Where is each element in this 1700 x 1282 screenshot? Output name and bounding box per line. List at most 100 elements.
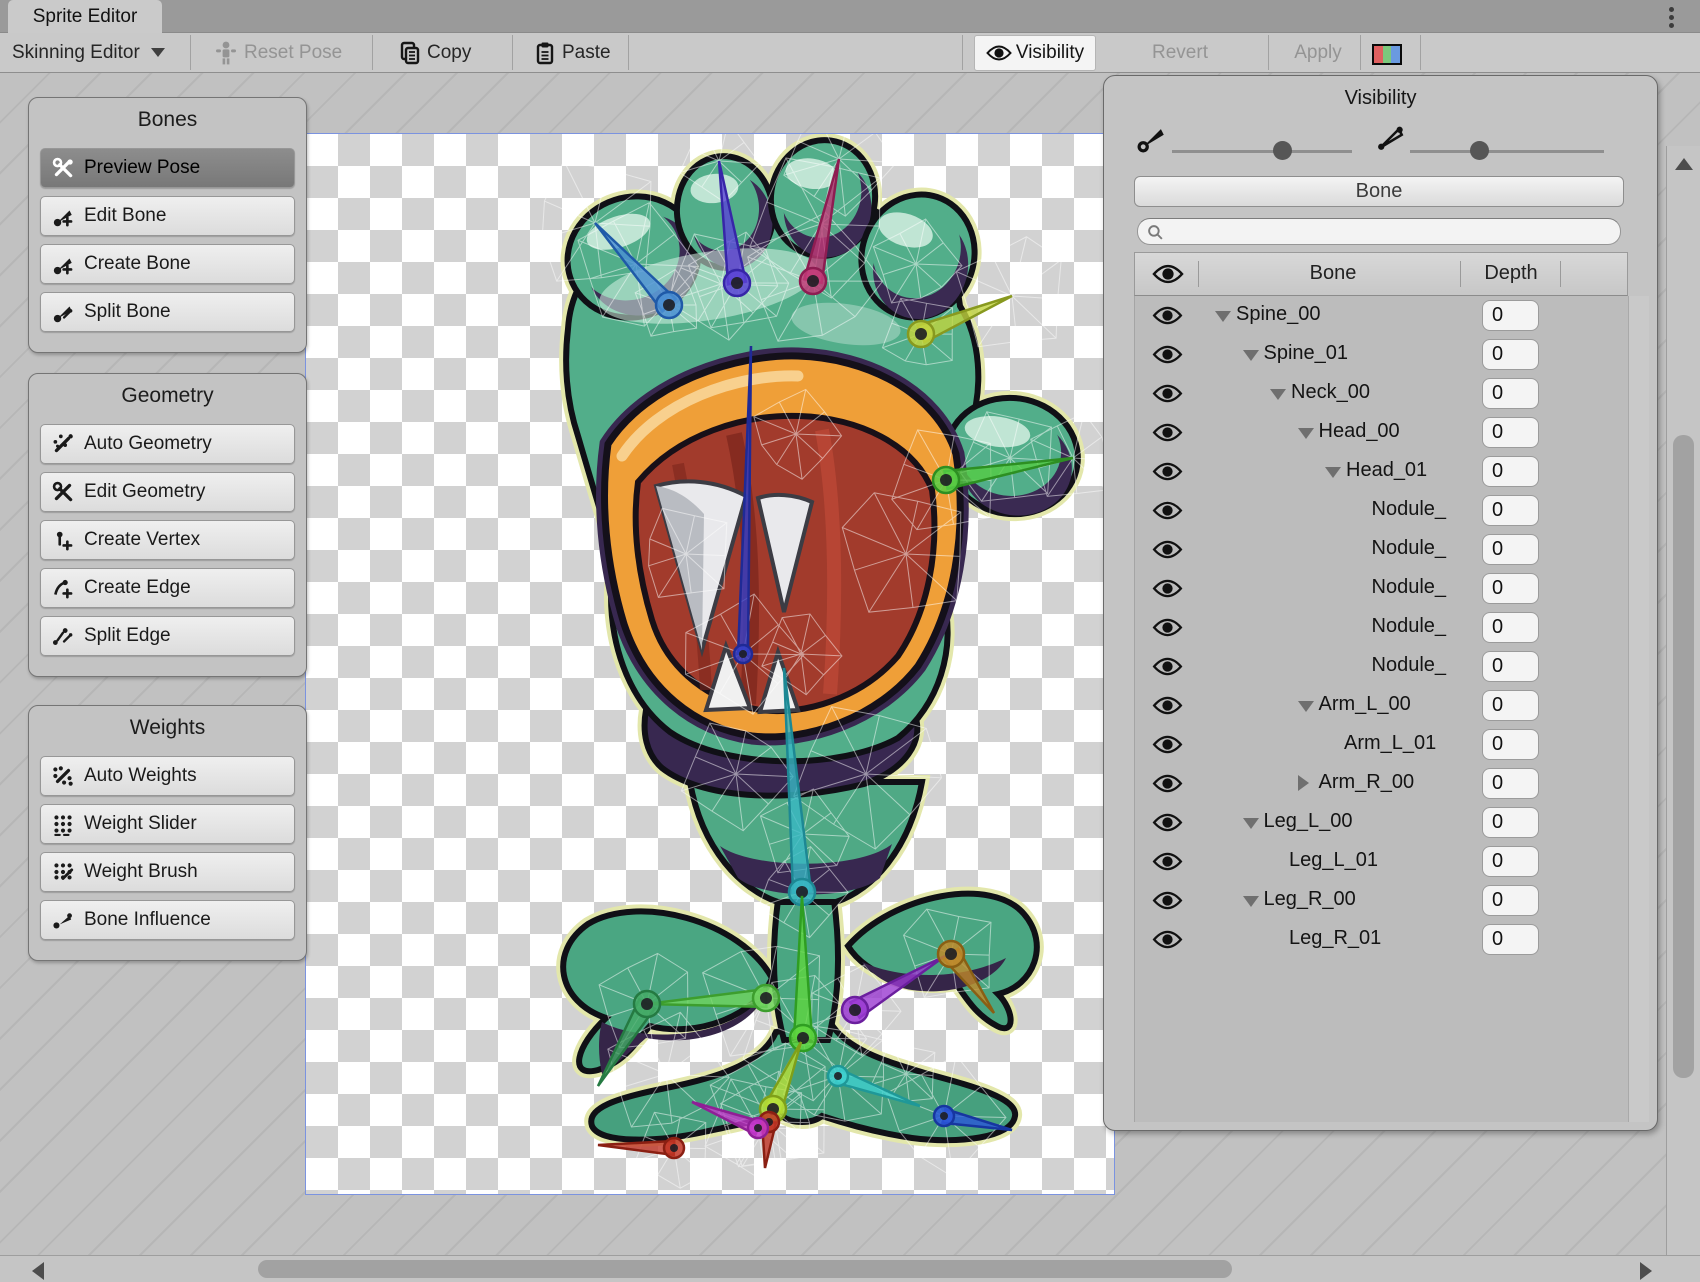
row-visibility-toggle[interactable]: [1152, 539, 1183, 565]
vertical-scrollbar-thumb[interactable]: [1673, 435, 1694, 1078]
tree-collapse-icon[interactable]: [1298, 701, 1314, 712]
tree-collapse-icon[interactable]: [1243, 896, 1259, 907]
bone-row-neck-00[interactable]: Neck_00: [1135, 374, 1629, 413]
row-visibility-toggle[interactable]: [1152, 734, 1183, 760]
depth-input[interactable]: [1482, 846, 1539, 877]
search-input[interactable]: [1168, 220, 1608, 243]
auto-weights-button[interactable]: Auto Weights: [40, 756, 295, 796]
create-edge-button[interactable]: Create Edge: [40, 568, 295, 608]
bone-row-head-01[interactable]: Head_01: [1135, 452, 1629, 491]
depth-input[interactable]: [1482, 807, 1539, 838]
depth-input[interactable]: [1482, 300, 1539, 331]
bone-row-nodule[interactable]: Nodule_: [1135, 608, 1629, 647]
split-bone-button[interactable]: Split Bone: [40, 292, 295, 332]
bone-row-leg-r-00[interactable]: Leg_R_00: [1135, 881, 1629, 920]
preview-pose-button[interactable]: Preview Pose: [40, 148, 295, 188]
row-visibility-toggle[interactable]: [1152, 383, 1183, 409]
auto-geometry-button[interactable]: Auto Geometry: [40, 424, 295, 464]
rgb-channels-button[interactable]: [1372, 44, 1402, 65]
row-visibility-toggle[interactable]: [1152, 422, 1183, 448]
column-header-depth[interactable]: Depth: [1480, 262, 1542, 285]
bone-row-spine-01[interactable]: Spine_01: [1135, 335, 1629, 374]
scroll-left-icon[interactable]: [32, 1262, 44, 1280]
row-visibility-toggle[interactable]: [1152, 773, 1183, 799]
row-visibility-toggle[interactable]: [1152, 461, 1183, 487]
column-header-bone[interactable]: Bone: [1293, 262, 1373, 285]
apply-button[interactable]: Apply: [1278, 33, 1358, 72]
row-visibility-toggle[interactable]: [1152, 500, 1183, 526]
vertical-scrollbar[interactable]: [1666, 146, 1700, 1282]
weight-brush-button[interactable]: Weight Brush: [40, 852, 295, 892]
bone-row-arm-l-00[interactable]: Arm_L_00: [1135, 686, 1629, 725]
edit-geometry-button[interactable]: Edit Geometry: [40, 472, 295, 512]
row-visibility-toggle[interactable]: [1152, 656, 1183, 682]
edit-bone-button[interactable]: Edit Bone: [40, 196, 295, 236]
bone-row-leg-l-01[interactable]: Leg_L_01: [1135, 842, 1629, 881]
tree-collapse-icon[interactable]: [1215, 311, 1231, 322]
skinning-editor-dropdown[interactable]: Skinning Editor: [12, 33, 165, 72]
visibility-toggle-button[interactable]: Visibility: [975, 36, 1095, 70]
tree-collapse-icon[interactable]: [1270, 389, 1286, 400]
bone-row-arm-l-01[interactable]: Arm_L_01: [1135, 725, 1629, 764]
row-visibility-toggle[interactable]: [1152, 617, 1183, 643]
tree-expand-icon[interactable]: [1298, 775, 1309, 791]
tree-collapse-icon[interactable]: [1243, 818, 1259, 829]
bone-row-nodule[interactable]: Nodule_: [1135, 647, 1629, 686]
split-edge-button[interactable]: Split Edge: [40, 616, 295, 656]
sprite-canvas[interactable]: [305, 133, 1115, 1195]
tree-collapse-icon[interactable]: [1298, 428, 1314, 439]
bone-row-leg-l-00[interactable]: Leg_L_00: [1135, 803, 1629, 842]
scroll-up-icon[interactable]: [1675, 158, 1693, 170]
row-visibility-toggle[interactable]: [1152, 929, 1183, 955]
depth-input[interactable]: [1482, 924, 1539, 955]
depth-input[interactable]: [1482, 456, 1539, 487]
bone-opacity-slider[interactable]: [1172, 150, 1352, 153]
tree-collapse-icon[interactable]: [1243, 350, 1259, 361]
bone-opacity-slider-knob[interactable]: [1273, 141, 1292, 160]
depth-input[interactable]: [1482, 378, 1539, 409]
row-visibility-toggle[interactable]: [1152, 851, 1183, 877]
depth-input[interactable]: [1482, 495, 1539, 526]
weight-slider-button[interactable]: Weight Slider: [40, 804, 295, 844]
depth-input[interactable]: [1482, 885, 1539, 916]
mesh-opacity-slider[interactable]: [1410, 150, 1604, 153]
depth-input[interactable]: [1482, 534, 1539, 565]
tree-collapse-icon[interactable]: [1325, 467, 1341, 478]
depth-input[interactable]: [1482, 768, 1539, 799]
bone-row-nodule[interactable]: Nodule_: [1135, 569, 1629, 608]
tab-bone[interactable]: Bone: [1134, 176, 1624, 207]
row-visibility-toggle[interactable]: [1152, 578, 1183, 604]
scroll-right-icon[interactable]: [1640, 1262, 1652, 1280]
bone-influence-button[interactable]: Bone Influence: [40, 900, 295, 940]
depth-input[interactable]: [1482, 651, 1539, 682]
row-visibility-toggle[interactable]: [1152, 344, 1183, 370]
window-menu-icon[interactable]: [1664, 4, 1678, 30]
eye-column-icon[interactable]: [1152, 263, 1184, 285]
row-visibility-toggle[interactable]: [1152, 812, 1183, 838]
depth-input[interactable]: [1482, 339, 1539, 370]
bone-row-nodule[interactable]: Nodule_: [1135, 491, 1629, 530]
bone-row-spine-00[interactable]: Spine_00: [1135, 296, 1629, 335]
revert-button[interactable]: Revert: [1105, 33, 1255, 72]
depth-input[interactable]: [1482, 729, 1539, 760]
bone-row-leg-r-01[interactable]: Leg_R_01: [1135, 920, 1629, 959]
mesh-opacity-slider-knob[interactable]: [1470, 141, 1489, 160]
reset-pose-button[interactable]: Reset Pose: [215, 33, 342, 72]
create-bone-button[interactable]: Create Bone: [40, 244, 295, 284]
bone-row-head-00[interactable]: Head_00: [1135, 413, 1629, 452]
depth-input[interactable]: [1482, 573, 1539, 604]
row-visibility-toggle[interactable]: [1152, 695, 1183, 721]
tab-sprite-editor[interactable]: Sprite Editor: [8, 0, 162, 33]
horizontal-scrollbar[interactable]: [0, 1255, 1700, 1282]
bone-row-nodule[interactable]: Nodule_: [1135, 530, 1629, 569]
copy-button[interactable]: Copy: [400, 33, 471, 72]
paste-button[interactable]: Paste: [535, 33, 611, 72]
row-visibility-toggle[interactable]: [1152, 890, 1183, 916]
depth-input[interactable]: [1482, 690, 1539, 721]
depth-input[interactable]: [1482, 417, 1539, 448]
row-visibility-toggle[interactable]: [1152, 305, 1183, 331]
horizontal-scrollbar-thumb[interactable]: [258, 1260, 1232, 1278]
create-vertex-button[interactable]: Create Vertex: [40, 520, 295, 560]
depth-input[interactable]: [1482, 612, 1539, 643]
bone-row-arm-r-00[interactable]: Arm_R_00: [1135, 764, 1629, 803]
